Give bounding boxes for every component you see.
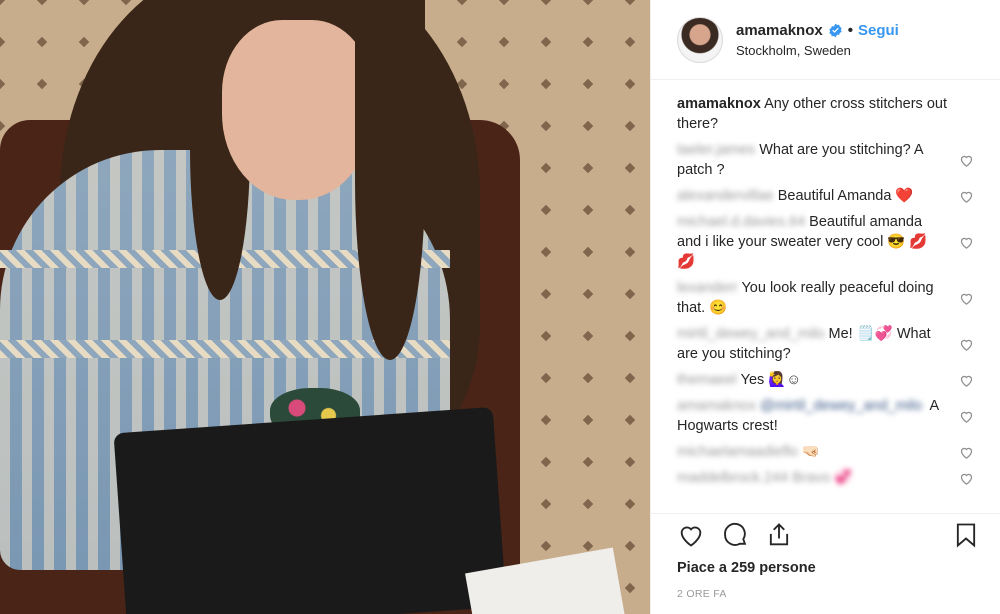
comment-text: Beautiful Amanda ❤️ xyxy=(777,188,914,204)
comment-icon[interactable] xyxy=(721,521,749,549)
post-photo[interactable] xyxy=(0,0,650,614)
comment-item: amamaknox @mirtil_dewey_and_milo A Hogwar… xyxy=(677,396,974,436)
heart-icon[interactable] xyxy=(959,471,974,486)
photo-face xyxy=(222,20,372,200)
heart-icon[interactable] xyxy=(959,373,974,388)
heart-icon[interactable] xyxy=(959,153,974,168)
comment-username[interactable]: michael.d.davies.64 xyxy=(677,214,805,230)
separator-dot: • xyxy=(847,21,853,39)
comment-item: michael.d.davies.64 Beautiful amanda and … xyxy=(677,212,974,272)
comment-username[interactable]: amamaknox xyxy=(677,398,756,414)
comment-item: alexandervillae Beautiful Amanda ❤️ xyxy=(677,186,974,206)
comment-username[interactable]: themaeel xyxy=(677,372,737,388)
caption-username[interactable]: amamaknox xyxy=(677,96,761,112)
comment-username[interactable]: taeler.james xyxy=(677,142,755,158)
comment-item: maddelbrock.244 Bravo 💞 xyxy=(677,468,974,488)
heart-icon[interactable] xyxy=(959,291,974,306)
follow-button[interactable]: Segui xyxy=(858,22,899,39)
share-icon[interactable] xyxy=(765,521,793,549)
photo-hair-right xyxy=(355,0,425,360)
comment-item: mirtil_dewey_and_milo Me! 🗒️💞 What are yo… xyxy=(677,324,974,364)
heart-icon[interactable] xyxy=(959,409,974,424)
post-sidebar: amamaknox • Segui Stockholm, Sweden amam… xyxy=(650,0,1000,614)
comment-item: michaelamaadieflo 🤜🏻 xyxy=(677,442,974,462)
heart-icon[interactable] xyxy=(677,521,705,549)
comment-item: taeler.james What are you stitching? A pa… xyxy=(677,140,974,180)
username-link[interactable]: amamaknox xyxy=(736,22,823,39)
header-row: amamaknox • Segui xyxy=(736,22,899,39)
heart-icon[interactable] xyxy=(959,235,974,250)
comment-mention[interactable]: @mirtil_dewey_and_milo xyxy=(760,398,922,414)
heart-icon[interactable] xyxy=(959,337,974,352)
comment-username[interactable]: lexanderr xyxy=(677,280,737,296)
comment-item: themaeel Yes 🙋‍♀️☺ xyxy=(677,370,974,390)
comment-username[interactable]: michaelamaadieflo xyxy=(677,444,798,460)
comment-text: Bravo 💞 xyxy=(792,470,853,486)
comments-list[interactable]: amamaknox Any other cross stitchers out … xyxy=(651,80,1000,513)
photo-cloth xyxy=(113,406,507,614)
heart-icon[interactable] xyxy=(959,189,974,204)
bookmark-icon[interactable] xyxy=(952,521,980,549)
post-header: amamaknox • Segui Stockholm, Sweden xyxy=(651,0,1000,80)
avatar[interactable] xyxy=(677,16,723,63)
comment-username[interactable]: alexandervillae xyxy=(677,188,774,204)
post-viewer: amamaknox • Segui Stockholm, Sweden amam… xyxy=(0,0,1000,614)
likes-count[interactable]: Piace a 259 persone xyxy=(651,556,1000,576)
header-text: amamaknox • Segui Stockholm, Sweden xyxy=(736,22,899,58)
comment-text: 🤜🏻 xyxy=(801,444,820,460)
heart-icon[interactable] xyxy=(959,445,974,460)
post-timestamp[interactable]: 2 ORE FA xyxy=(651,576,1000,614)
action-bar xyxy=(651,513,1000,556)
location-link[interactable]: Stockholm, Sweden xyxy=(736,43,899,58)
comment-username[interactable]: maddelbrock.244 xyxy=(677,470,788,486)
verified-badge-icon xyxy=(828,23,843,38)
comment-text: Yes 🙋‍♀️☺ xyxy=(740,372,802,388)
comment-item: lexanderr You look really peaceful doing … xyxy=(677,278,974,318)
comment-username[interactable]: mirtil_dewey_and_milo xyxy=(677,326,825,342)
post-caption: amamaknox Any other cross stitchers out … xyxy=(677,94,974,134)
